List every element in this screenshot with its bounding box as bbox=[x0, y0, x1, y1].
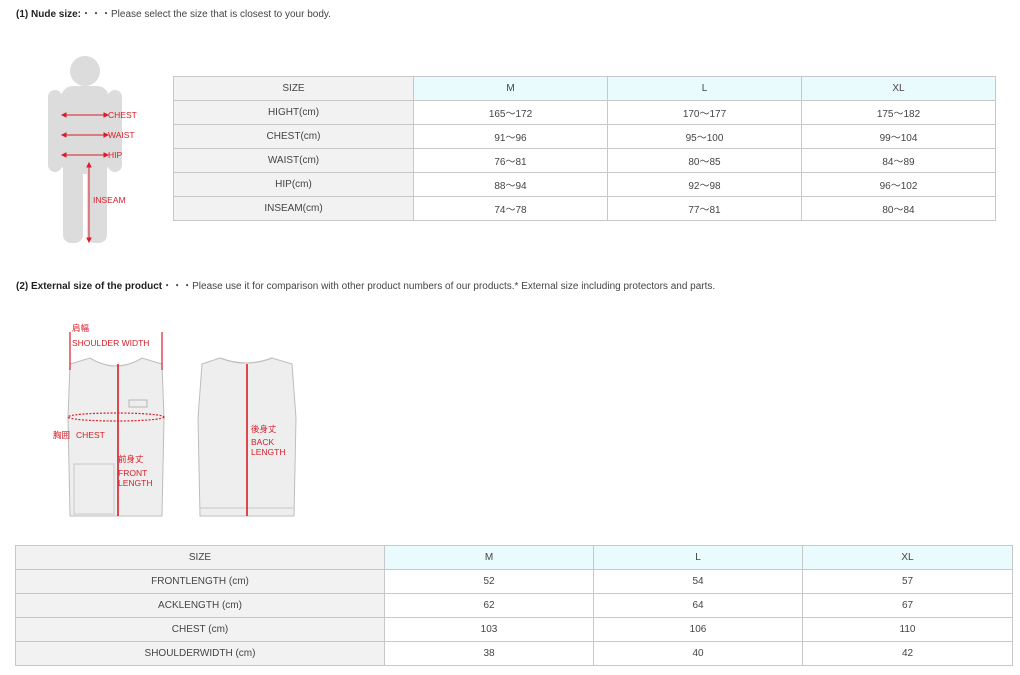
row-label: ACKLENGTH (cm) bbox=[15, 593, 385, 618]
size-header-m: M bbox=[413, 76, 608, 101]
section-2-heading: (2) External size of the product・・・Pleas… bbox=[16, 277, 715, 292]
table-cell: 170～177 bbox=[607, 100, 802, 125]
table-header-row: SIZE M L XL bbox=[173, 76, 996, 101]
table-cell: 38 bbox=[384, 641, 594, 666]
row-label: CHEST(cm) bbox=[173, 124, 414, 149]
table-cell: 67 bbox=[802, 593, 1013, 618]
table-cell: 40 bbox=[593, 641, 803, 666]
table-row: FRONTLENGTH (cm) 52 54 57 bbox=[15, 569, 1013, 594]
table-cell: 96～102 bbox=[801, 172, 996, 197]
product-size-table-body: SIZE M L XL FRONTLENGTH (cm) 52 54 57 ACKLENGTH … bbox=[15, 545, 1013, 666]
table-row: HIP(cm) 88～94 92～98 96～102 bbox=[173, 172, 996, 197]
size-header-xl: XL bbox=[802, 545, 1013, 570]
table-cell: 80～84 bbox=[801, 196, 996, 221]
table-cell: 88～94 bbox=[413, 172, 608, 197]
size-column-header: SIZE bbox=[173, 76, 414, 101]
table-cell: 110 bbox=[802, 617, 1013, 642]
front-length-label-1: FRONT bbox=[118, 468, 147, 478]
table-cell: 74～78 bbox=[413, 196, 608, 221]
table-cell: 76～81 bbox=[413, 148, 608, 173]
table-row: INSEAM(cm) 74～78 77～81 80～84 bbox=[173, 196, 996, 221]
table-cell: 91～96 bbox=[413, 124, 608, 149]
section-1-note: ・・・Please select the size that is closes… bbox=[81, 9, 331, 20]
row-label: WAIST(cm) bbox=[173, 148, 414, 173]
size-header-l: L bbox=[593, 545, 803, 570]
table-cell: 52 bbox=[384, 569, 594, 594]
table-cell: 80～85 bbox=[607, 148, 802, 173]
table-cell: 57 bbox=[802, 569, 1013, 594]
table-cell: 92～98 bbox=[607, 172, 802, 197]
nude-size-table: SIZE M L XL HIGHT(cm) 165～172 170～177 175～182 CH… bbox=[173, 76, 996, 221]
size-header-l: L bbox=[607, 76, 802, 101]
back-length-jp-label: 後身丈 bbox=[251, 424, 277, 434]
table-cell: 64 bbox=[593, 593, 803, 618]
shoulder-width-jp-label: 肩幅 bbox=[72, 323, 90, 333]
inseam-label: INSEAM bbox=[93, 195, 126, 205]
front-length-label-2: LENGTH bbox=[118, 478, 152, 488]
nude-size-table-body: SIZE M L XL HIGHT(cm) 165～172 170～177 175～182 CH… bbox=[173, 76, 996, 221]
row-label: HIGHT(cm) bbox=[173, 100, 414, 125]
table-cell: 103 bbox=[384, 617, 594, 642]
shoulder-width-label: SHOULDER WIDTH bbox=[72, 338, 149, 348]
size-column-header: SIZE bbox=[15, 545, 385, 570]
table-cell: 62 bbox=[384, 593, 594, 618]
table-row: CHEST (cm) 103 106 110 bbox=[15, 617, 1013, 642]
section-1-heading: (1) Nude size:・・・Please select the size … bbox=[16, 5, 331, 20]
table-row: WAIST(cm) 76～81 80～85 84～89 bbox=[173, 148, 996, 173]
chest-jp-label: 胸囲 bbox=[53, 430, 70, 440]
row-label: FRONTLENGTH (cm) bbox=[15, 569, 385, 594]
vest-measurement-figure: 肩幅 SHOULDER WIDTH 胸囲 CHEST 前身丈 FRONT LEN… bbox=[53, 323, 297, 517]
table-row: CHEST(cm) 91～96 95～100 99～104 bbox=[173, 124, 996, 149]
table-cell: 99～104 bbox=[801, 124, 996, 149]
product-size-table: SIZE M L XL FRONTLENGTH (cm) 52 54 57 ACKLENGTH … bbox=[15, 545, 1013, 666]
chest-label: CHEST bbox=[108, 110, 137, 120]
section-2-note: ・・・Please use it for comparison with oth… bbox=[162, 281, 716, 292]
row-label: INSEAM(cm) bbox=[173, 196, 414, 221]
table-cell: 84～89 bbox=[801, 148, 996, 173]
size-header-xl: XL bbox=[801, 76, 996, 101]
size-header-m: M bbox=[384, 545, 594, 570]
table-cell: 165～172 bbox=[413, 100, 608, 125]
body-measurement-figure: CHEST WAIST HIP INSEAM bbox=[48, 56, 137, 244]
section-1-title: (1) Nude size: bbox=[16, 9, 82, 20]
row-label: CHEST (cm) bbox=[15, 617, 385, 642]
table-cell: 175～182 bbox=[801, 100, 996, 125]
table-cell: 42 bbox=[802, 641, 1013, 666]
table-cell: 77～81 bbox=[607, 196, 802, 221]
table-cell: 54 bbox=[593, 569, 803, 594]
chest-label: CHEST bbox=[76, 430, 105, 440]
table-cell: 95～100 bbox=[607, 124, 802, 149]
front-length-jp-label: 前身丈 bbox=[118, 454, 144, 464]
table-row: HIGHT(cm) 165～172 170～177 175～182 bbox=[173, 100, 996, 125]
table-row: SHOULDERWIDTH (cm) 38 40 42 bbox=[15, 641, 1013, 666]
waist-label: WAIST bbox=[108, 130, 135, 140]
table-row: ACKLENGTH (cm) 62 64 67 bbox=[15, 593, 1013, 618]
hip-label: HIP bbox=[108, 150, 123, 160]
section-2-title: (2) External size of the product bbox=[16, 281, 163, 292]
table-cell: 106 bbox=[593, 617, 803, 642]
back-length-label-2: LENGTH bbox=[251, 447, 285, 457]
table-header-row: SIZE M L XL bbox=[15, 545, 1013, 570]
back-length-label-1: BACK bbox=[251, 437, 274, 447]
row-label: SHOULDERWIDTH (cm) bbox=[15, 641, 385, 666]
row-label: HIP(cm) bbox=[173, 172, 414, 197]
